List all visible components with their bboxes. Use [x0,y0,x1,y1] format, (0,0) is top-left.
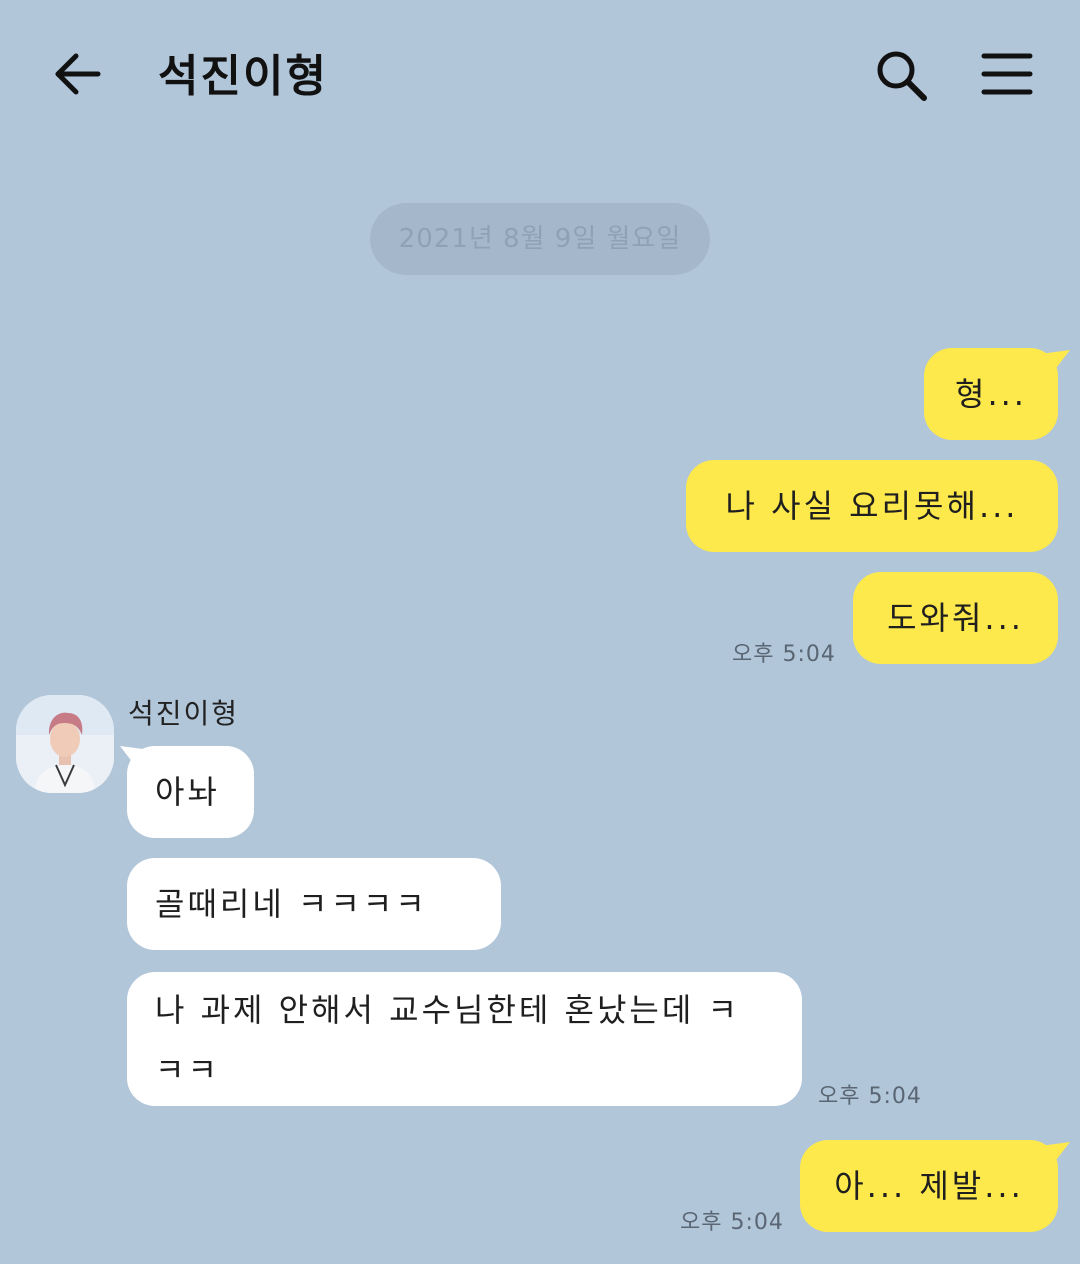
their-message-bubble[interactable]: 골때리네 ㅋㅋㅋㅋ [127,858,501,950]
my-message-bubble[interactable]: 도와줘... [853,572,1058,664]
bubble-tail [1040,1142,1070,1168]
search-button[interactable] [872,46,930,104]
sender-name: 석진이형 [128,697,240,730]
my-message-bubble[interactable]: 형... [924,348,1058,440]
profile-photo [16,695,114,793]
message-time: 오후 5:04 [732,642,836,667]
back-button[interactable] [50,46,106,102]
message-time: 오후 5:04 [818,1084,922,1109]
message-time: 오후 5:04 [680,1210,784,1235]
message-text: 나 과제 안해서 교수님한테 혼났는데 ㅋㅋㅋ [155,991,740,1089]
their-message-bubble[interactable]: 아놔 [127,746,254,838]
their-message-bubble[interactable]: 나 과제 안해서 교수님한테 혼났는데 ㅋㅋㅋ [127,972,802,1106]
bubble-tail [1040,350,1070,376]
message-text: 아... 제발... [834,1167,1024,1205]
search-icon [877,51,927,101]
my-message-bubble[interactable]: 아... 제발... [800,1140,1058,1232]
date-divider: 2021년 8월 9일 월요일 [370,203,710,275]
arrow-left-icon [55,53,101,95]
chat-title: 석진이형 [158,51,328,102]
hamburger-menu-icon [981,53,1033,95]
my-message-bubble[interactable]: 나 사실 요리못해... [686,460,1058,552]
chat-header: 석진이형 [0,0,1080,150]
contact-avatar[interactable] [16,695,114,793]
message-text: 아놔 [155,773,220,811]
message-text: 형... [955,375,1027,413]
menu-button[interactable] [978,48,1036,100]
message-text: 골때리네 ㅋㅋㅋㅋ [155,885,428,923]
message-text: 나 사실 요리못해... [725,487,1019,525]
message-text: 도와줘... [887,599,1024,637]
chat-screen: 석진이형 2021년 8월 9일 월요일 형... 나 사실 요리못해... 도… [0,0,1080,1264]
